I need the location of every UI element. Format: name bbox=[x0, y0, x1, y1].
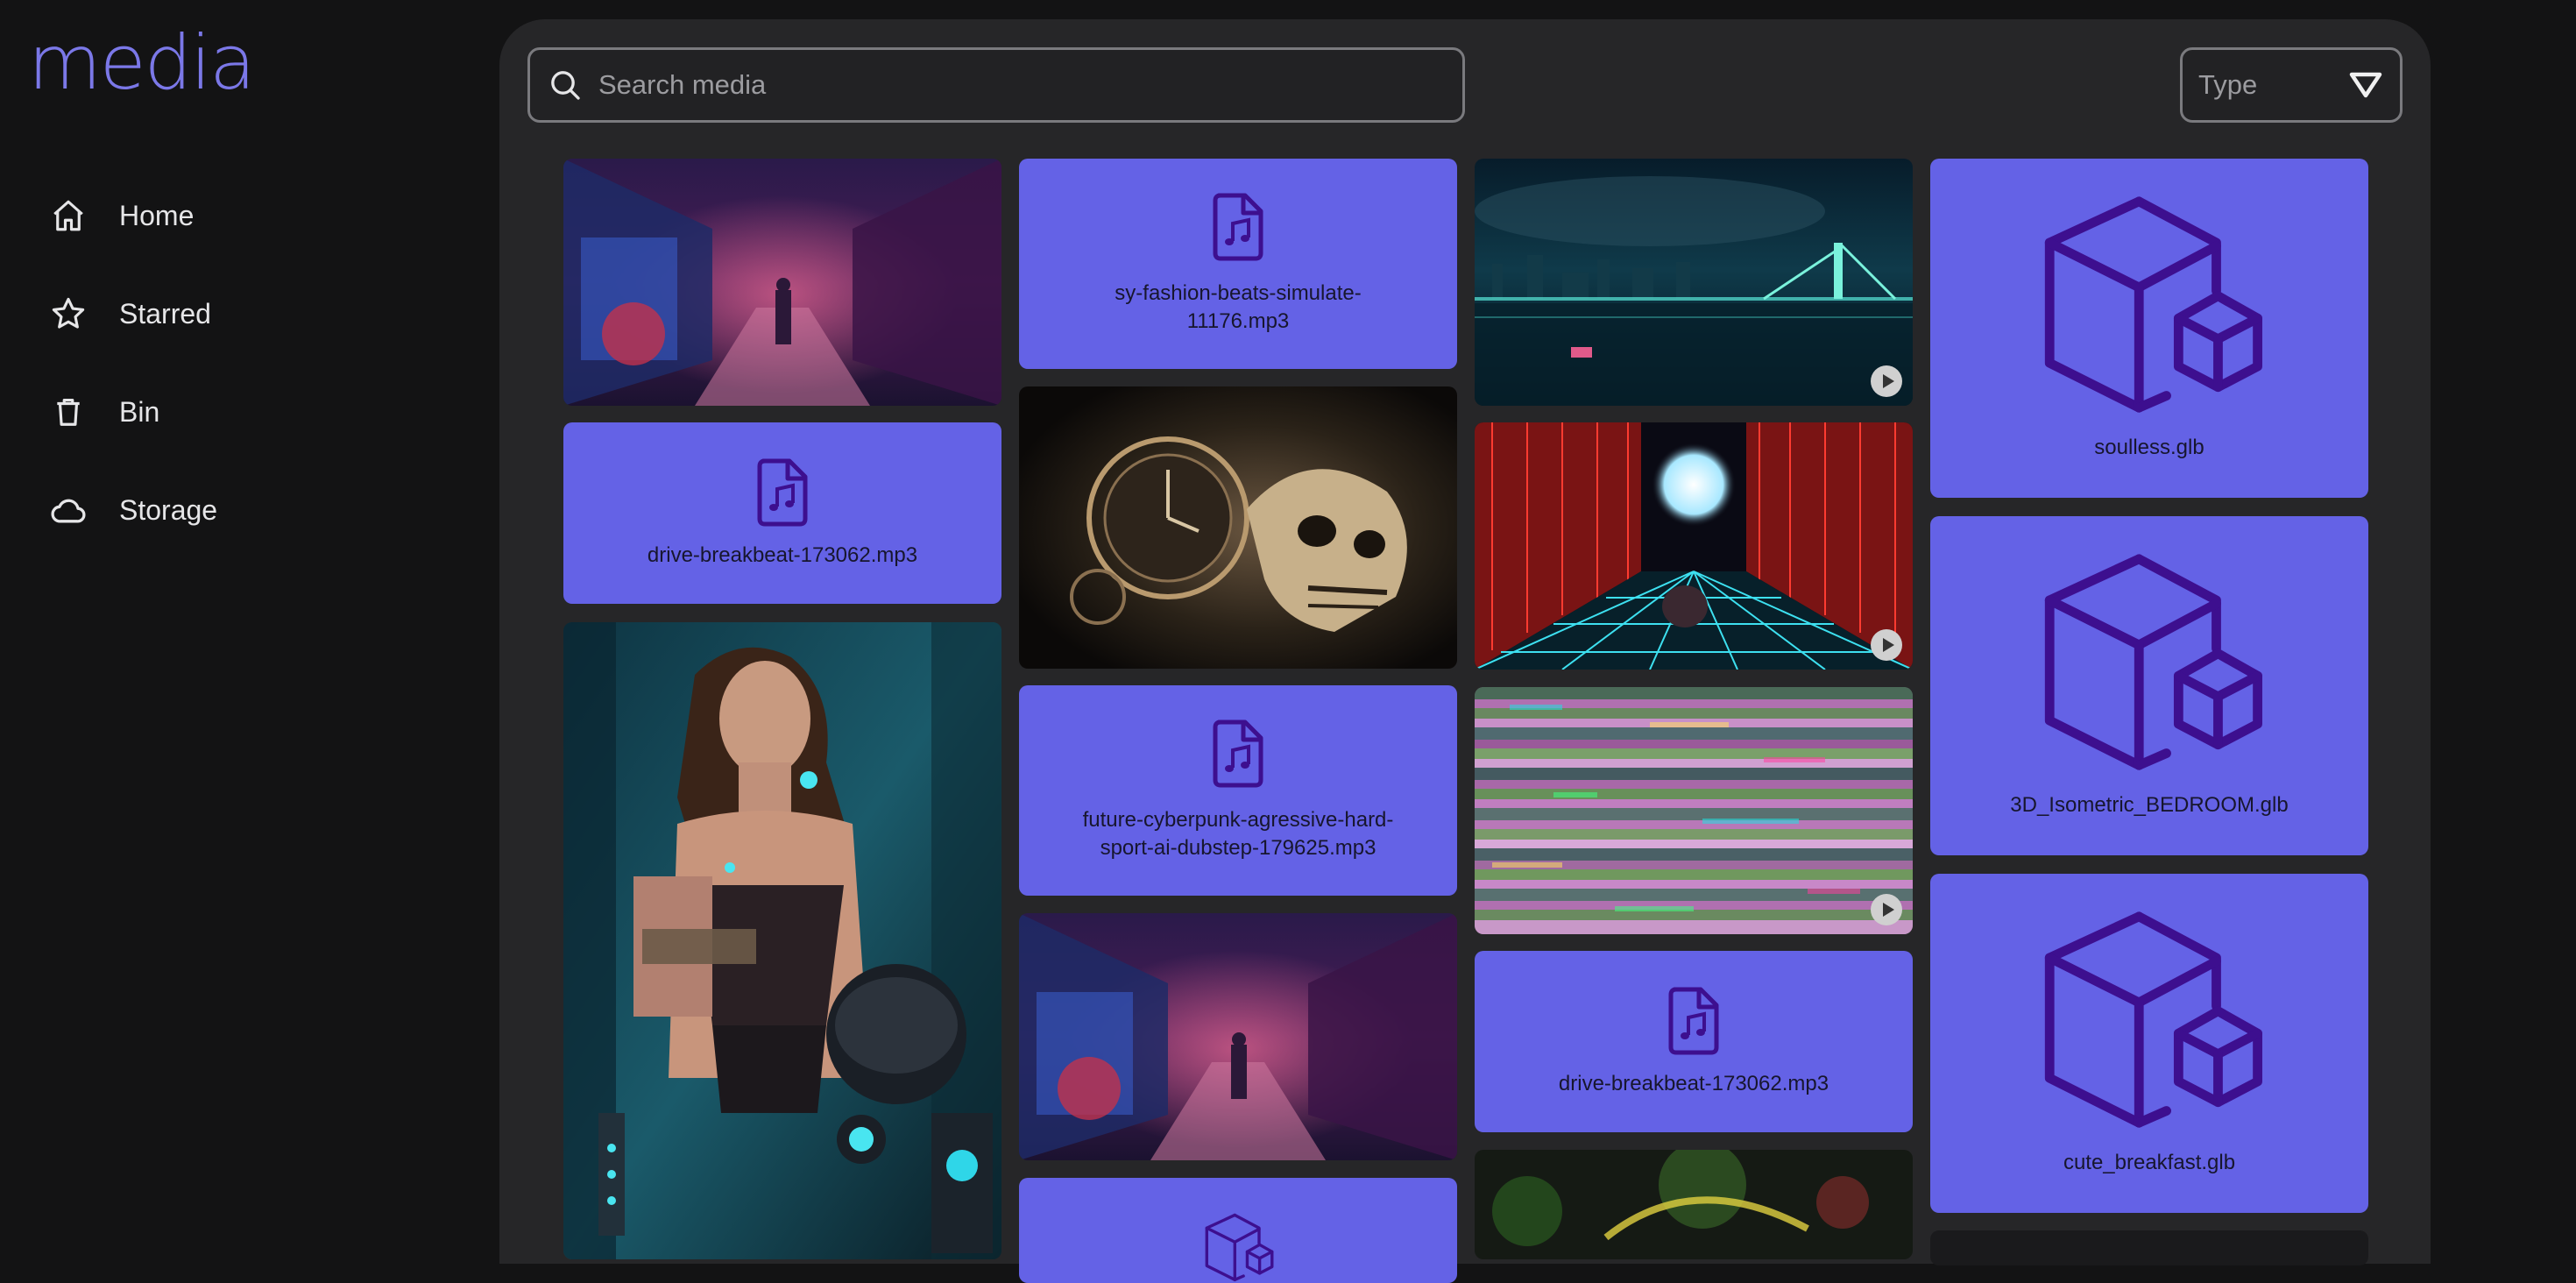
media-card-model[interactable]: cute_breakfast.glb bbox=[1930, 874, 2368, 1213]
play-icon bbox=[1871, 629, 1902, 661]
type-filter-value: Type bbox=[2198, 69, 2258, 100]
search-input[interactable]: Search media bbox=[598, 69, 766, 101]
media-filename: future-cyberpunk-agressive-hard-sport-ai… bbox=[1082, 808, 1394, 860]
audio-file-icon bbox=[1210, 192, 1266, 262]
media-card-image[interactable] bbox=[563, 622, 1001, 1259]
sidebar: media Home Starred Bin Storage bbox=[0, 0, 499, 1240]
synthwave-corridor-thumbnail bbox=[1475, 422, 1913, 670]
cube-3d-icon bbox=[2035, 195, 2263, 418]
media-card-model[interactable]: 3D_Isometric_BEDROOM.glb bbox=[1930, 516, 2368, 855]
media-card-image[interactable] bbox=[563, 159, 1001, 406]
type-filter-select[interactable]: Type bbox=[2180, 47, 2403, 123]
media-card-video[interactable] bbox=[1475, 159, 1913, 406]
search-icon bbox=[548, 67, 583, 103]
audio-file-icon bbox=[754, 457, 810, 528]
media-card-image[interactable] bbox=[1019, 386, 1457, 669]
media-card-model[interactable]: soulless.glb bbox=[1930, 159, 2368, 498]
chevron-down-icon bbox=[2349, 72, 2382, 98]
media-card-image[interactable] bbox=[1930, 1230, 2368, 1265]
cyber-woman-thumbnail bbox=[563, 622, 1001, 1259]
night-city-thumbnail bbox=[1475, 159, 1913, 406]
app-logo: media bbox=[28, 19, 256, 107]
glitch-thumbnail bbox=[1475, 687, 1913, 934]
bokeh-lights-thumbnail bbox=[1475, 1150, 1913, 1259]
home-icon bbox=[49, 196, 88, 235]
media-card-audio[interactable]: future-cyberpunk-agressive-hard-sport-ai… bbox=[1019, 685, 1457, 896]
alley-neon-thumbnail bbox=[1019, 913, 1457, 1160]
trash-icon bbox=[49, 393, 88, 431]
media-card-image[interactable] bbox=[1475, 1150, 1913, 1259]
play-icon bbox=[1871, 894, 1902, 925]
media-filename: 3D_Isometric_BEDROOM.glb bbox=[2010, 793, 2289, 817]
cloud-icon bbox=[49, 491, 88, 529]
cube-3d-icon bbox=[1155, 1213, 1321, 1283]
search-bar[interactable]: Search media bbox=[527, 47, 1465, 123]
cube-3d-icon bbox=[2035, 910, 2263, 1133]
play-icon bbox=[1871, 365, 1902, 397]
audio-file-icon bbox=[1666, 986, 1722, 1056]
media-card-audio[interactable]: drive-breakbeat-173062.mp3 bbox=[1475, 951, 1913, 1132]
cube-3d-icon bbox=[2035, 552, 2263, 776]
media-card-video[interactable] bbox=[1475, 687, 1913, 934]
star-icon bbox=[49, 294, 88, 333]
sidebar-item-label: Starred bbox=[119, 297, 211, 330]
sidebar-item-label: Bin bbox=[119, 395, 160, 428]
media-filename: soulless.glb bbox=[2094, 436, 2204, 459]
media-filename: cute_breakfast.glb bbox=[2063, 1151, 2236, 1174]
media-panel: Search media Type drive-breakbeat-173062… bbox=[499, 19, 2431, 1283]
media-filename: sy-fashion-beats-simulate-11176.mp3 bbox=[1115, 281, 1362, 333]
clock-skull-thumbnail bbox=[1019, 386, 1457, 669]
sidebar-item-label: Storage bbox=[119, 493, 218, 526]
sidebar-item-label: Home bbox=[119, 199, 195, 231]
media-card-video[interactable] bbox=[1475, 422, 1913, 670]
audio-file-icon bbox=[1210, 719, 1266, 789]
sidebar-item-bin[interactable]: Bin bbox=[49, 386, 159, 438]
media-card-audio[interactable]: sy-fashion-beats-simulate-11176.mp3 bbox=[1019, 159, 1457, 369]
media-card-audio[interactable]: drive-breakbeat-173062.mp3 bbox=[563, 422, 1001, 604]
media-card-model[interactable] bbox=[1019, 1178, 1457, 1283]
media-filename: drive-breakbeat-173062.mp3 bbox=[1558, 1071, 1829, 1095]
media-filename: drive-breakbeat-173062.mp3 bbox=[647, 542, 918, 567]
alley-neon-thumbnail bbox=[563, 159, 1001, 406]
sidebar-item-storage[interactable]: Storage bbox=[49, 484, 217, 536]
sidebar-item-starred[interactable]: Starred bbox=[49, 287, 211, 340]
sidebar-item-home[interactable]: Home bbox=[49, 189, 194, 242]
media-card-image[interactable] bbox=[1019, 913, 1457, 1160]
